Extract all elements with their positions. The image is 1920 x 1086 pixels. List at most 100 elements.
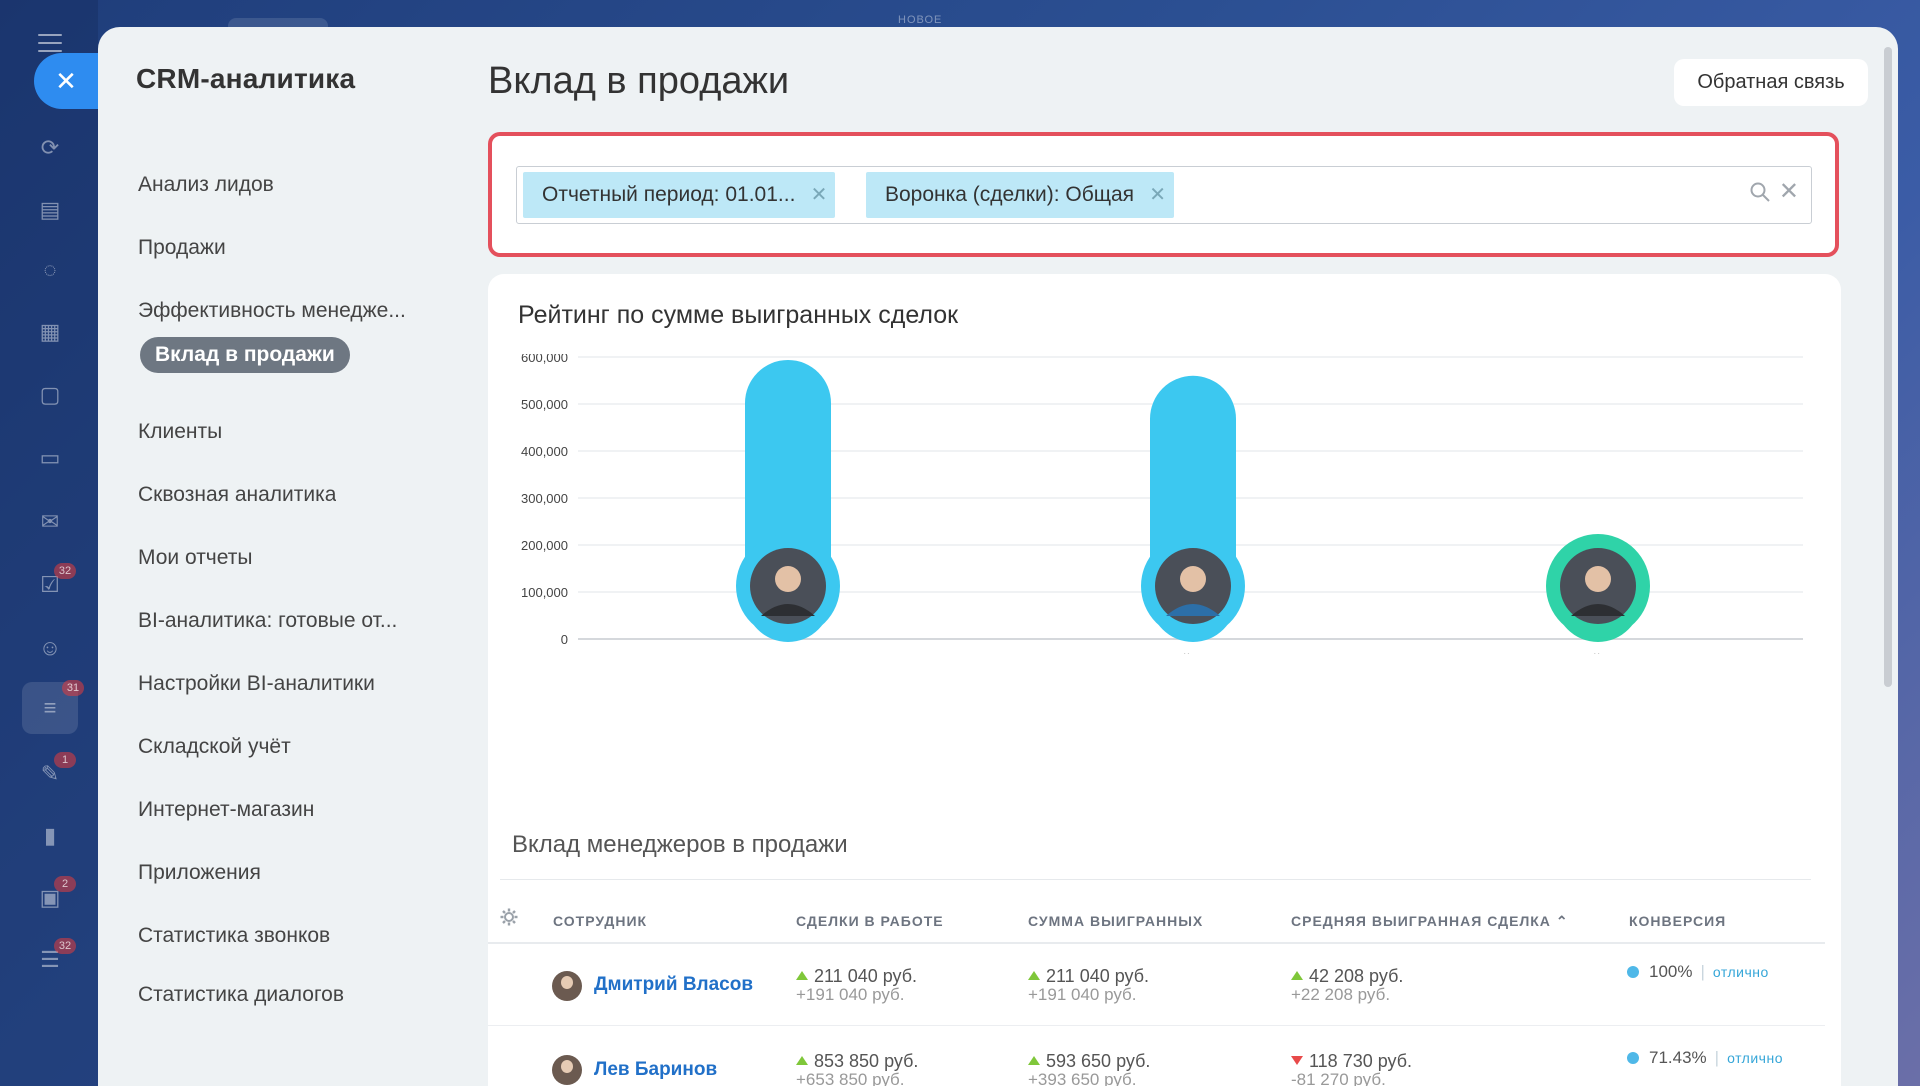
clear-filter-icon[interactable]: ✕ bbox=[1779, 177, 1799, 206]
rail-contacts-icon[interactable]: ☺ bbox=[30, 628, 70, 668]
cell-conversion: 71.43% | отлично bbox=[1627, 1048, 1783, 1068]
trend-up-icon bbox=[1028, 1055, 1040, 1065]
y-tick-label: 600,000 bbox=[521, 354, 568, 365]
avatar bbox=[552, 1055, 582, 1085]
filter-chip-period[interactable]: Отчетный период: 01.01... ✕ bbox=[523, 172, 836, 218]
avatar bbox=[552, 971, 582, 1001]
divider bbox=[500, 879, 1811, 880]
main-content: Вклад в продажи Обратная связь Отчетный … bbox=[488, 27, 1868, 1086]
sidebar-item-managers[interactable]: Эффективность менедже... bbox=[138, 293, 406, 329]
value: 118 730 руб. bbox=[1309, 1051, 1413, 1071]
rail-activity-icon[interactable]: ⟳ bbox=[30, 128, 70, 168]
slider-panel: CRM-аналитика Анализ лидов Продажи Эффек… bbox=[98, 27, 1898, 1086]
remove-chip-icon[interactable]: ✕ bbox=[811, 172, 828, 218]
sidebar-item-calls[interactable]: Статистика звонков bbox=[138, 918, 330, 954]
cell-in-work: 211 040 руб. +191 040 руб. bbox=[796, 966, 917, 1005]
filter-chip-label: Воронка (сделки): Общая bbox=[885, 183, 1135, 206]
column-header-conversion[interactable]: КОНВЕРСИЯ bbox=[1629, 913, 1726, 929]
y-tick-label: 100,000 bbox=[521, 585, 568, 600]
value: 211 040 руб. bbox=[1046, 966, 1150, 986]
status-dot bbox=[1627, 965, 1639, 978]
filter-chip-label: Отчетный период: 01.01... bbox=[542, 183, 796, 206]
trend-down-icon bbox=[1291, 1055, 1303, 1065]
sidebar-item-my-reports[interactable]: Мои отчеты bbox=[138, 540, 252, 576]
rail-badge: 2 bbox=[54, 876, 76, 892]
search-icon[interactable] bbox=[1749, 181, 1771, 203]
rail-feed-icon[interactable]: ▤ bbox=[30, 190, 70, 230]
y-tick-label: 400,000 bbox=[521, 444, 568, 459]
sidebar-item-e2e[interactable]: Сквозная аналитика bbox=[138, 477, 336, 513]
value: 100% bbox=[1649, 962, 1693, 981]
table-row: Лев Баринов 853 850 руб. +653 850 руб. 5… bbox=[488, 1027, 1825, 1086]
filter-chip-funnel[interactable]: Воронка (сделки): Общая ✕ bbox=[866, 172, 1175, 218]
cell-won-sum: 593 650 руб. +393 650 руб. bbox=[1028, 1051, 1150, 1086]
delta: +191 040 руб. bbox=[796, 985, 905, 1004]
column-header-won-sum[interactable]: СУММА ВЫИГРАННЫХ bbox=[1028, 913, 1203, 929]
rail-edit-icon[interactable]: ✎ 1 bbox=[30, 752, 76, 794]
y-tick-label: 300,000 bbox=[521, 491, 568, 506]
delta: +22 208 руб. bbox=[1291, 985, 1391, 1004]
x-tick-label: Дмитрий Власов bbox=[1544, 651, 1652, 654]
value: 593 650 руб. bbox=[1046, 1051, 1151, 1071]
rail-crm-icon[interactable]: ≡ 31 bbox=[22, 680, 84, 734]
rail-calendar-icon[interactable]: ▦ bbox=[30, 312, 70, 352]
sidebar-item-sales[interactable]: Продажи bbox=[138, 230, 226, 266]
bar-chart: 0 100,000 200,000 300,000 400,000 500,000 600,… bbox=[521, 354, 1803, 654]
x-tick-label: Евгений Базаров bbox=[1138, 651, 1249, 654]
status-badge: отлично bbox=[1727, 1050, 1783, 1066]
rail-badge: 32 bbox=[54, 563, 76, 579]
employee-name-link[interactable]: Дмитрий Власов bbox=[594, 974, 753, 996]
app-rail: ⟳ ▤ ◌ ▦ ▢ ▭ ✉ ☑ 32 ☺ ≡ 31 ✎ 1 ▮ ▣ 2 ☰ 32 bbox=[0, 0, 98, 1086]
column-header-avg-deal[interactable]: СРЕДНЯЯ ВЫИГРАННАЯ СДЕЛКА ⌃ bbox=[1291, 913, 1569, 930]
menu-icon[interactable] bbox=[38, 34, 62, 52]
avatar-face bbox=[1585, 566, 1611, 592]
rail-mail-icon[interactable]: ✉ bbox=[30, 502, 70, 542]
scrollbar[interactable] bbox=[1884, 47, 1892, 687]
sidebar-item-dialogs[interactable]: Статистика диалогов bbox=[138, 977, 344, 1013]
column-header-label: СРЕДНЯЯ ВЫИГРАННАЯ СДЕЛКА bbox=[1291, 913, 1551, 929]
y-tick-label: 0 bbox=[561, 632, 568, 647]
remove-chip-icon[interactable]: ✕ bbox=[1149, 172, 1166, 218]
filter-search-bar[interactable]: Отчетный период: 01.01... ✕ Воронка (сде… bbox=[516, 166, 1812, 224]
trend-up-icon bbox=[796, 970, 808, 980]
x-tick-label: Лев Баринов bbox=[746, 651, 830, 654]
feedback-button[interactable]: Обратная связь bbox=[1674, 59, 1868, 106]
rail-analytics-icon[interactable]: ▮ bbox=[30, 816, 70, 856]
cell-conversion: 100% | отлично bbox=[1627, 962, 1769, 982]
page-title: Вклад в продажи bbox=[488, 60, 790, 102]
rail-card-icon[interactable]: ▭ bbox=[30, 438, 70, 478]
rail-list-icon[interactable]: ☰ 32 bbox=[30, 938, 76, 980]
sidebar-item-warehouse[interactable]: Складской учёт bbox=[138, 729, 291, 765]
rail-docs-icon[interactable]: ▢ bbox=[30, 375, 70, 415]
sidebar-item-contribution[interactable]: Вклад в продажи bbox=[140, 337, 350, 373]
avatar-face bbox=[775, 566, 801, 592]
close-panel-button[interactable]: ✕ bbox=[34, 53, 98, 109]
sidebar: CRM-аналитика Анализ лидов Продажи Эффек… bbox=[98, 27, 478, 1086]
cell-in-work: 853 850 руб. +653 850 руб. bbox=[796, 1051, 918, 1086]
sort-asc-icon: ⌃ bbox=[1555, 913, 1569, 929]
gear-icon[interactable] bbox=[500, 908, 518, 926]
employee-name-link[interactable]: Лев Баринов bbox=[594, 1059, 717, 1081]
sidebar-item-leads[interactable]: Анализ лидов bbox=[138, 167, 274, 203]
trend-up-icon bbox=[1291, 970, 1303, 980]
sidebar-item-clients[interactable]: Клиенты bbox=[138, 414, 222, 450]
report-card: Рейтинг по сумме выигранных сделок 0 100,… bbox=[488, 274, 1841, 1086]
rail-tasks-icon[interactable]: ☑ 32 bbox=[30, 563, 76, 605]
rail-inbox-icon[interactable]: ▣ 2 bbox=[30, 876, 76, 918]
cell-avg-deal: 42 208 руб. +22 208 руб. bbox=[1291, 966, 1403, 1005]
column-header-employee[interactable]: СОТРУДНИК bbox=[553, 913, 647, 929]
sidebar-item-bi-settings[interactable]: Настройки BI-аналитики bbox=[138, 666, 375, 702]
delta: +653 850 руб. bbox=[796, 1070, 905, 1086]
rail-chat-icon[interactable]: ◌ bbox=[30, 250, 70, 290]
column-header-in-work[interactable]: СДЕЛКИ В РАБОТЕ bbox=[796, 913, 944, 929]
status-badge: отлично bbox=[1712, 964, 1769, 980]
avatar-face bbox=[1180, 566, 1206, 592]
sidebar-item-apps[interactable]: Приложения bbox=[138, 855, 261, 891]
value: 71.43% bbox=[1649, 1048, 1707, 1067]
rail-badge: 32 bbox=[54, 938, 76, 954]
delta: +191 040 руб. bbox=[1028, 985, 1137, 1004]
sidebar-item-bi-ready[interactable]: BI-аналитика: готовые от... bbox=[138, 603, 397, 639]
value: 211 040 руб. bbox=[814, 966, 918, 986]
sidebar-title: CRM-аналитика bbox=[136, 63, 356, 94]
sidebar-item-shop[interactable]: Интернет-магазин bbox=[138, 792, 314, 828]
